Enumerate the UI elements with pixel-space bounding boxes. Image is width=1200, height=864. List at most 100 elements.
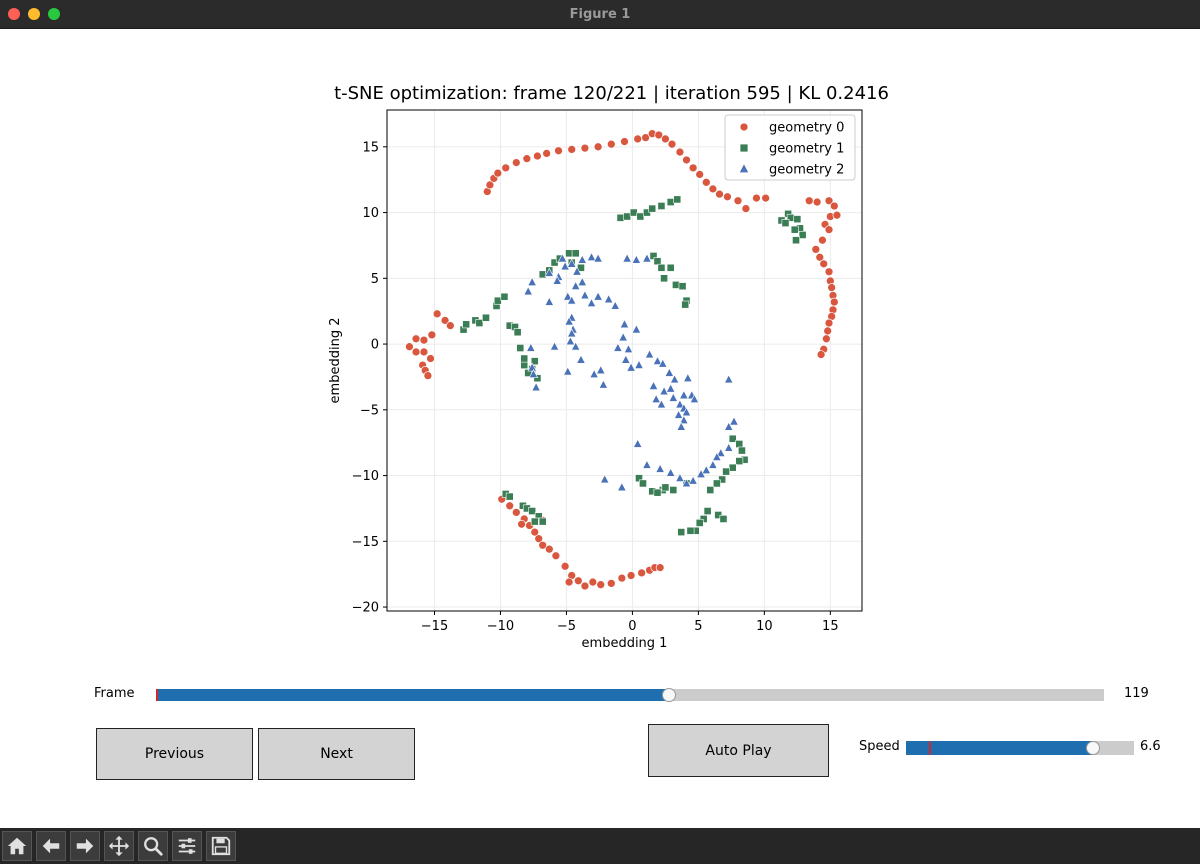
data-point-square [639,479,647,488]
data-point-circle [511,158,521,167]
data-point-circle [752,193,761,203]
x-tick-label: −5 [557,619,576,634]
data-point-square [505,492,514,501]
data-point-square [686,526,695,535]
data-point-square [530,517,539,526]
data-point-square [629,208,638,217]
data-point-circle [761,193,771,203]
data-point-square [792,236,800,245]
data-point-square [653,257,662,266]
data-point-circle [633,134,643,144]
data-point-square [673,195,682,204]
back-icon [42,838,60,854]
data-point-circle [505,501,515,511]
data-point-square [712,479,721,488]
x-tick-label: 5 [694,619,702,634]
data-point-square [636,212,645,221]
data-point-circle [596,580,606,590]
data-point-square [666,198,675,206]
data-point-circle [822,334,831,344]
forward-icon [76,838,94,854]
y-tick-label: 0 [371,338,379,353]
y-tick-label: −20 [352,601,379,616]
x-tick-label: −15 [421,619,448,634]
data-point-square [735,457,744,465]
pan-button[interactable] [104,831,134,861]
data-point-circle [564,577,574,587]
configure-subplots-button[interactable] [172,831,202,861]
data-point-circle [637,568,647,578]
zoom-button[interactable] [138,831,168,861]
frame-slider-fill [156,689,669,701]
forward-button[interactable] [70,831,100,861]
data-point-circle [405,342,414,352]
data-point-square [669,486,678,494]
data-point-circle [419,347,429,357]
data-point-square [520,361,529,370]
navigation-toolbar [0,828,1200,864]
data-point-circle [445,321,455,331]
data-point-square [475,319,484,327]
data-point-square [565,249,573,258]
data-point-circle [588,577,598,587]
data-point-square [719,515,728,523]
data-point-circle [829,201,839,211]
data-point-square [793,215,802,224]
back-button[interactable] [36,831,66,861]
data-point-circle [593,142,603,152]
data-point-square [681,300,690,309]
data-point-circle [493,168,503,178]
data-point-circle [829,297,839,307]
save-icon [211,836,231,856]
x-tick-label: 15 [822,619,839,634]
frame-slider-initial-marker [156,689,158,701]
data-point-circle [682,155,691,165]
data-point-circle [617,573,627,583]
previous-button[interactable]: Previous [96,728,253,780]
data-point-circle [517,519,526,529]
data-point-circle [432,309,442,319]
y-tick-label: 5 [371,272,379,287]
auto-play-button[interactable]: Auto Play [648,724,829,777]
frame-slider-handle[interactable] [661,688,676,702]
speed-slider-handle[interactable] [1085,741,1100,755]
x-tick-label: 10 [756,619,773,634]
data-point-square [672,280,680,289]
data-point-square [798,231,807,239]
data-point-circle [606,139,616,149]
frame-slider[interactable] [156,688,1104,702]
data-point-square [493,296,502,305]
pan-icon [108,835,130,857]
data-point-circle [811,245,821,254]
y-tick-label: −5 [360,403,379,418]
data-point-square [738,446,746,455]
data-point-circle [812,197,822,207]
data-point-square [790,225,799,234]
data-point-square [500,292,509,301]
legend-marker-circle [739,122,749,132]
data-point-square [706,486,715,494]
home-icon [7,837,27,855]
data-point-square [623,212,632,221]
frame-value-text: 119 [1124,686,1149,701]
data-point-circle [723,192,732,202]
data-point-circle [667,139,677,149]
data-point-circle [426,354,435,363]
data-point-circle [818,235,827,245]
next-button[interactable]: Next [258,728,415,780]
data-point-square [516,344,525,352]
speed-slider[interactable] [906,741,1134,755]
save-button[interactable] [206,831,236,861]
home-button[interactable] [2,831,32,861]
data-point-circle [620,137,629,146]
data-point-square [538,270,547,279]
data-point-circle [819,259,829,269]
legend-label: geometry 0 [769,121,844,136]
configure-icon [178,838,196,854]
data-point-square [616,213,625,222]
data-point-square [735,440,744,448]
y-tick-label: 10 [362,206,379,221]
data-point-circle [573,576,583,586]
data-point-circle [560,561,570,571]
data-point-circle [419,335,429,345]
